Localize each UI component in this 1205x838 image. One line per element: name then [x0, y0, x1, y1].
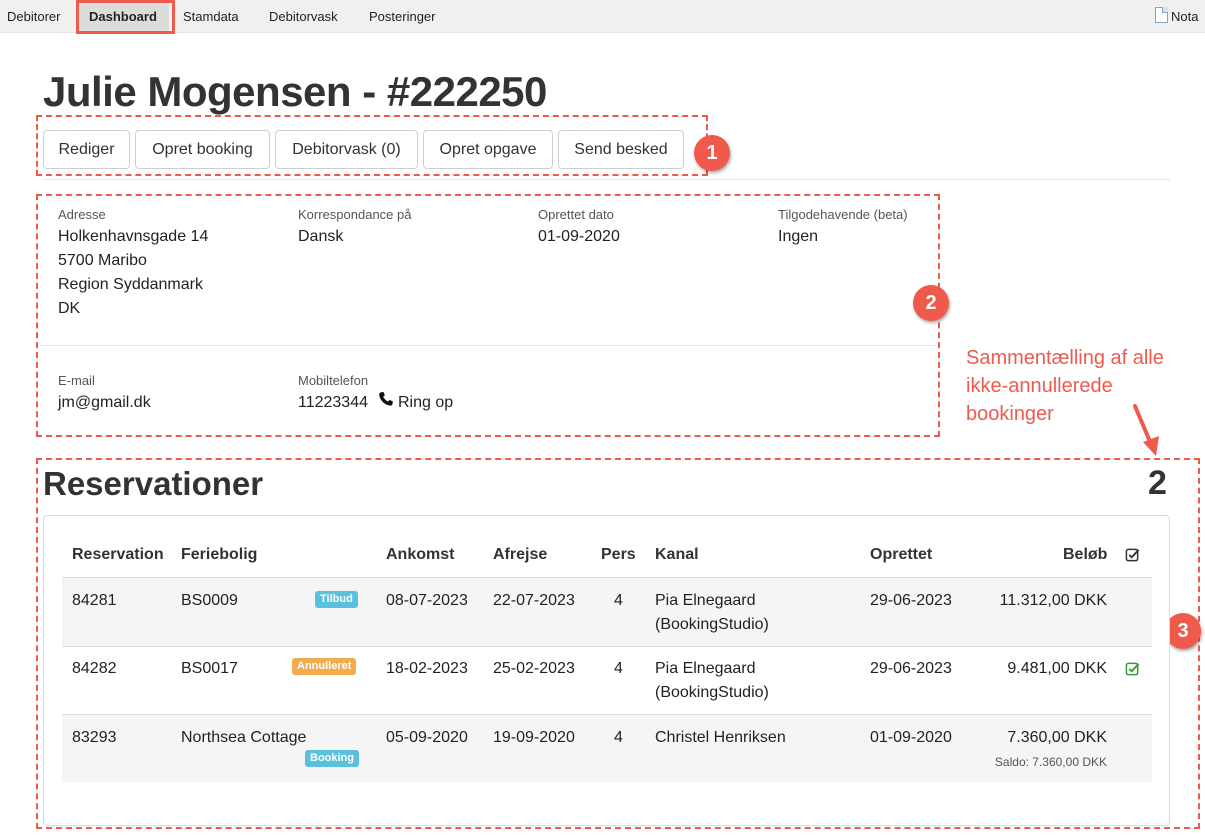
callout-badge-2: 2	[913, 285, 949, 321]
nav-debitorvask[interactable]: Debitorvask	[269, 0, 338, 33]
callout-badge-1: 1	[694, 135, 730, 171]
pers-count: 4	[614, 660, 623, 677]
address-line-4: DK	[58, 300, 81, 317]
annotation-line-3: bookinger	[966, 403, 1054, 425]
col-created[interactable]: Oprettet	[870, 546, 932, 564]
status-badge: Annulleret	[292, 658, 357, 675]
property-name[interactable]: BS0017	[181, 657, 238, 681]
nota-link[interactable]: Nota	[1155, 0, 1198, 33]
channel-line-1: Pia Elnegaard	[655, 660, 756, 677]
arrival-date: 05-09-2020	[386, 729, 468, 746]
col-channel[interactable]: Kanal	[655, 546, 699, 564]
call-link[interactable]: Ring op	[398, 394, 453, 411]
email-value[interactable]: jm@gmail.dk	[58, 391, 151, 415]
departure-date: 25-02-2023	[493, 660, 575, 677]
checked-icon	[1125, 662, 1140, 676]
reservations-title: Reservationer	[43, 465, 264, 502]
check-square-icon	[1125, 548, 1140, 562]
reservations-count: 2	[1148, 464, 1167, 502]
arrival-date: 18-02-2023	[386, 660, 468, 677]
pers-count: 4	[614, 592, 623, 609]
amount: 7.360,00 DKK	[1007, 729, 1107, 746]
create-booking-button[interactable]: Opret booking	[135, 130, 270, 169]
divider	[43, 179, 1170, 180]
nav-stamdata[interactable]: Stamdata	[183, 0, 239, 33]
address-label: Adresse	[58, 207, 106, 222]
correspondence-label: Korrespondance på	[298, 207, 412, 222]
created-date-value: 01-09-2020	[538, 228, 620, 245]
status-badge: Tilbud	[315, 591, 358, 608]
dashboard-highlight	[76, 0, 175, 34]
created-date-label: Oprettet dato	[538, 207, 614, 222]
arrival-date: 08-07-2023	[386, 592, 468, 609]
mobile-value: 11223344	[298, 394, 368, 411]
address-line-1: Holkenhavnsgade 14	[58, 228, 209, 245]
status-badge: Booking	[305, 750, 359, 767]
col-pers[interactable]: Pers	[601, 546, 636, 564]
create-task-button[interactable]: Opret opgave	[423, 130, 553, 169]
callout-badge-3: 3	[1165, 613, 1201, 649]
reservation-id[interactable]: 84281	[72, 589, 117, 613]
reservation-id[interactable]: 83293	[72, 726, 117, 750]
address-line-3: Region Syddanmark	[58, 276, 203, 293]
channel-line-2: (BookingStudio)	[655, 684, 769, 701]
address-line-2: 5700 Maribo	[58, 252, 147, 269]
property-name[interactable]: Northsea Cottage	[181, 726, 306, 750]
channel-line-2: (BookingStudio)	[655, 616, 769, 633]
col-property[interactable]: Feriebolig	[181, 546, 257, 564]
credit-label: Tilgodehavende (beta)	[778, 207, 908, 222]
count-annotation: Sammentælling af alle ikke-annullerede b…	[966, 344, 1205, 428]
nav-debitorer[interactable]: Debitorer	[7, 0, 60, 33]
credit-value: Ingen	[778, 228, 819, 245]
debitorvask-button[interactable]: Debitorvask (0)	[275, 130, 418, 169]
created-date: 29-06-2023	[870, 660, 952, 677]
departure-date: 22-07-2023	[493, 592, 575, 609]
col-departure[interactable]: Afrejse	[493, 546, 547, 564]
page-title: Julie Mogensen - #222250	[43, 68, 547, 115]
col-amount[interactable]: Beløb	[1063, 546, 1107, 564]
details-divider	[40, 345, 936, 346]
amount: 9.481,00 DKK	[1007, 660, 1107, 677]
created-date: 01-09-2020	[870, 729, 952, 746]
channel-line-1: Pia Elnegaard	[655, 592, 756, 609]
mobile-row: 11223344 Ring op	[298, 391, 453, 415]
nota-label: Nota	[1171, 9, 1199, 24]
nav-posteringer[interactable]: Posteringer	[369, 0, 435, 33]
edit-button[interactable]: Rediger	[43, 130, 130, 169]
amount: 11.312,00 DKK	[999, 592, 1107, 609]
saldo: Saldo: 7.360,00 DKK	[994, 755, 1107, 769]
pers-count: 4	[614, 729, 623, 746]
property-name[interactable]: BS0009	[181, 589, 238, 613]
created-date: 29-06-2023	[870, 592, 952, 609]
col-arrival[interactable]: Ankomst	[386, 546, 454, 564]
col-reservation[interactable]: Reservation	[72, 546, 164, 564]
departure-date: 19-09-2020	[493, 729, 575, 746]
channel-line-1: Christel Henriksen	[655, 729, 786, 746]
correspondence-value: Dansk	[298, 228, 344, 245]
annotation-line-1: Sammentælling af alle	[966, 347, 1164, 369]
annotation-line-2: ikke-annullerede	[966, 375, 1113, 397]
mobile-label: Mobiltelefon	[298, 373, 369, 388]
top-nav: Debitorer Dashboard Stamdata Debitorvask…	[0, 0, 1205, 33]
phone-icon[interactable]	[378, 391, 394, 415]
document-icon	[1155, 7, 1168, 23]
annotation-arrow-icon	[1133, 404, 1159, 456]
email-label: E-mail	[58, 373, 95, 388]
send-message-button[interactable]: Send besked	[558, 130, 684, 169]
reservation-id[interactable]: 84282	[72, 657, 117, 681]
